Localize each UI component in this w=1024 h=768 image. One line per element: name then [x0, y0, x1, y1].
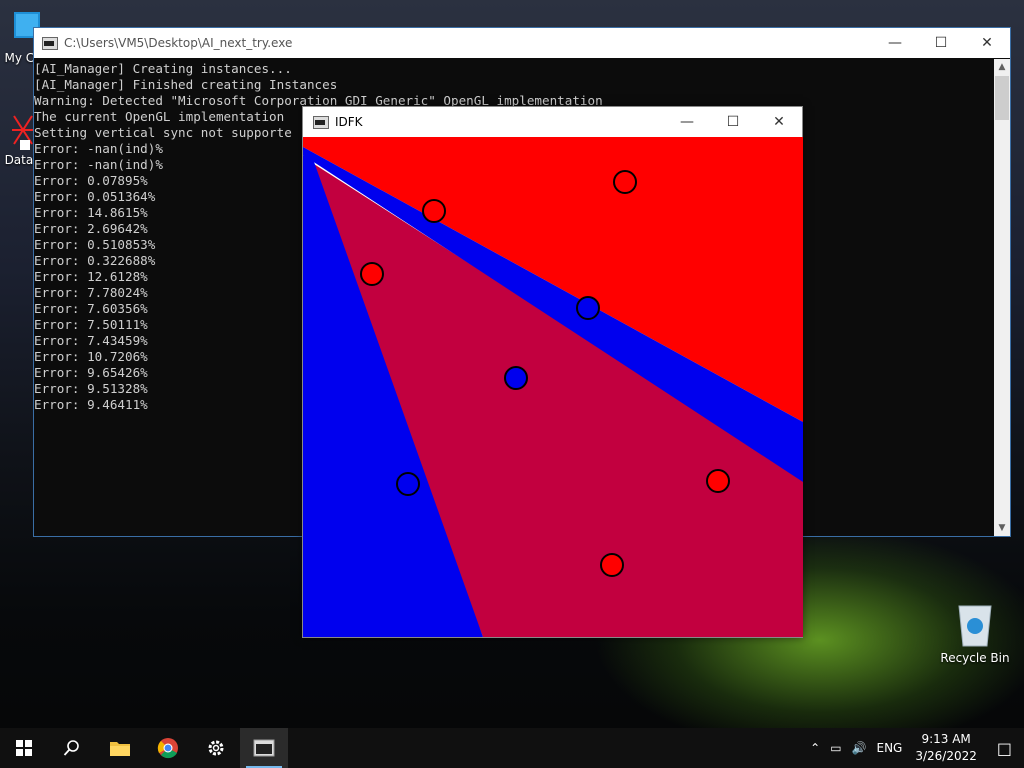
blue-data-point: [576, 296, 600, 320]
file-explorer-button[interactable]: [96, 728, 144, 768]
close-icon: ✕: [773, 114, 785, 130]
taskbar: ⌃ ▭ 🔊 ENG 9:13 AM 3/26/2022 □: [0, 728, 1024, 768]
console-line: [AI_Manager] Finished creating Instances: [34, 77, 338, 92]
console-titlebar[interactable]: C:\Users\VM5\Desktop\AI_next_try.exe — ☐…: [34, 28, 1010, 58]
start-button[interactable]: [0, 728, 48, 768]
decision-boundary-canvas[interactable]: [303, 137, 803, 637]
console-app-icon: [42, 36, 58, 50]
console-line: [AI_Manager] Creating instances...: [34, 61, 292, 76]
blue-data-point: [504, 366, 528, 390]
close-icon: ✕: [981, 35, 993, 51]
search-button[interactable]: [48, 728, 96, 768]
search-icon: [63, 740, 79, 756]
red-data-point: [613, 170, 637, 194]
console-taskbar-button[interactable]: [240, 728, 288, 768]
maximize-icon: ☐: [934, 35, 948, 51]
network-icon[interactable]: ▭: [825, 741, 846, 755]
close-button[interactable]: ✕: [964, 28, 1010, 58]
red-data-point: [600, 553, 624, 577]
notification-icon[interactable]: □: [985, 739, 1024, 758]
minimize-icon: —: [888, 35, 902, 51]
console-title: C:\Users\VM5\Desktop\AI_next_try.exe: [64, 36, 293, 50]
idfk-title: IDFK: [335, 115, 363, 129]
folder-icon: [110, 742, 130, 756]
idfk-close-button[interactable]: ✕: [756, 107, 802, 137]
recycle-bin-desktop-icon[interactable]: Recycle Bin: [940, 600, 1010, 665]
maximize-icon: ☐: [726, 114, 740, 130]
idfk-window[interactable]: IDFK — ☐ ✕: [302, 106, 803, 638]
gear-icon: [208, 740, 224, 756]
clock-time: 9:13 AM: [921, 732, 971, 746]
maximize-button[interactable]: ☐: [918, 28, 964, 58]
recycle-bin-icon: [958, 605, 992, 647]
chevron-up-icon[interactable]: ⌃: [805, 741, 825, 755]
red-data-point: [360, 262, 384, 286]
red-data-point: [422, 199, 446, 223]
minimize-icon: —: [680, 114, 694, 130]
minimize-button[interactable]: —: [872, 28, 918, 58]
console-app-icon: [253, 739, 275, 757]
chrome-icon: [157, 738, 178, 759]
console-scrollbar[interactable]: ▲ ▼: [994, 59, 1010, 536]
idfk-maximize-button[interactable]: ☐: [710, 107, 756, 137]
scroll-up-arrow-icon[interactable]: ▲: [994, 59, 1010, 75]
idfk-minimize-button[interactable]: —: [664, 107, 710, 137]
clock-date: 3/26/2022: [915, 749, 977, 763]
settings-button[interactable]: [192, 728, 240, 768]
system-tray: ⌃ ▭ 🔊 ENG 9:13 AM 3/26/2022 □: [805, 728, 1024, 768]
language-indicator[interactable]: ENG: [871, 741, 907, 755]
clock[interactable]: 9:13 AM 3/26/2022: [907, 731, 985, 765]
volume-icon[interactable]: 🔊: [847, 741, 872, 755]
blue-data-point: [396, 472, 420, 496]
scroll-thumb[interactable]: [995, 76, 1009, 120]
red-data-point: [706, 469, 730, 493]
windows-logo-icon: [16, 740, 32, 756]
recycle-bin-label: Recycle Bin: [940, 651, 1010, 665]
chrome-button[interactable]: [144, 728, 192, 768]
idfk-app-icon: [313, 115, 329, 129]
scroll-down-arrow-icon[interactable]: ▼: [994, 520, 1010, 536]
idfk-titlebar[interactable]: IDFK — ☐ ✕: [303, 107, 802, 137]
